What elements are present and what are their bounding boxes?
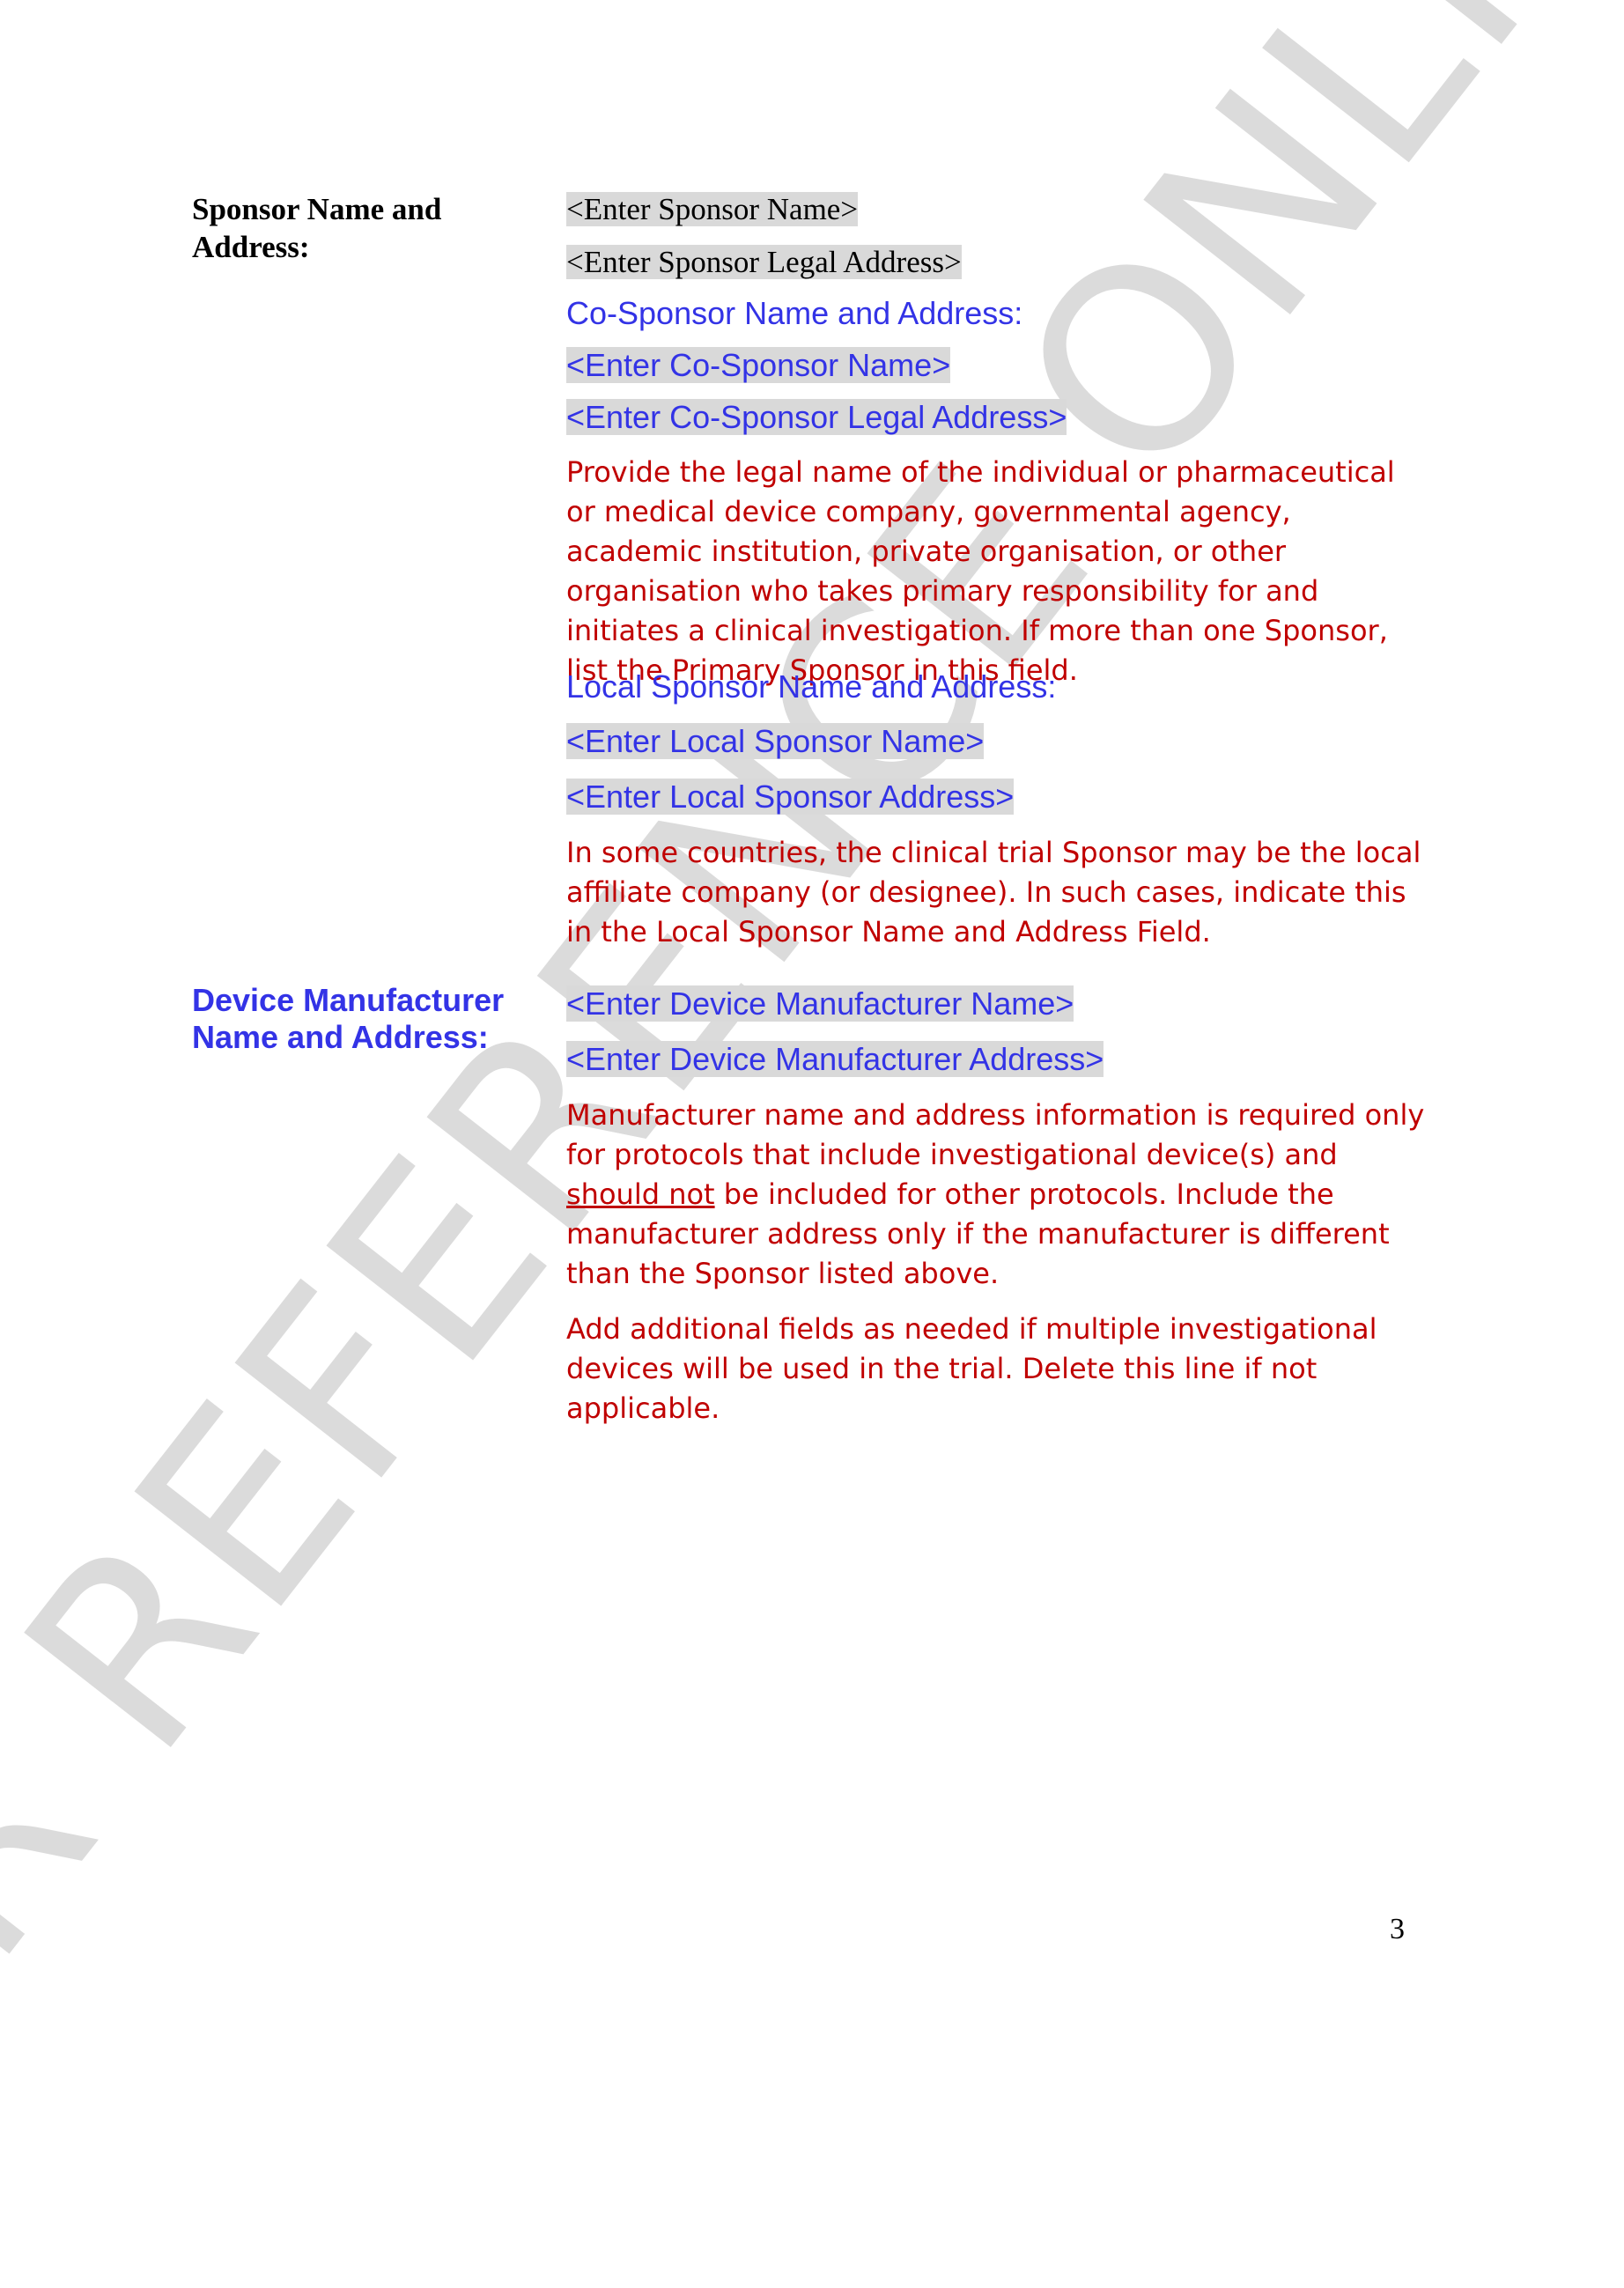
sponsor-label: Sponsor Name and Address: xyxy=(192,192,442,264)
local-sponsor-instruction: In some countries, the clinical trial Sp… xyxy=(566,836,1421,948)
sponsor-legal-address-placeholder: <Enter Sponsor Legal Address> xyxy=(566,245,962,279)
local-sponsor-name-field[interactable]: <Enter Local Sponsor Name> xyxy=(566,722,985,761)
device-manufacturer-address-placeholder: <Enter Device Manufacturer Address> xyxy=(566,1041,1104,1077)
local-sponsor-heading: Local Sponsor Name and Address: xyxy=(566,668,1057,705)
sponsor-name-placeholder: <Enter Sponsor Name> xyxy=(566,192,859,226)
sponsor-legal-address-field[interactable]: <Enter Sponsor Legal Address> xyxy=(566,243,962,282)
device-manufacturer-name-field[interactable]: <Enter Device Manufacturer Name> xyxy=(566,985,1074,1023)
additional-devices-instruction: Add additional fields as needed if multi… xyxy=(566,1312,1377,1425)
co-sponsor-name-field[interactable]: <Enter Co-Sponsor Name> xyxy=(566,346,951,385)
co-sponsor-name-placeholder: <Enter Co-Sponsor Name> xyxy=(566,347,951,383)
local-sponsor-address-field[interactable]: <Enter Local Sponsor Address> xyxy=(566,778,1015,816)
device-manufacturer-name-placeholder: <Enter Device Manufacturer Name> xyxy=(566,985,1074,1022)
co-sponsor-heading: Co-Sponsor Name and Address: xyxy=(566,295,1023,331)
page-number: 3 xyxy=(1390,1913,1405,1945)
co-sponsor-legal-address-field[interactable]: <Enter Co-Sponsor Legal Address> xyxy=(566,398,1067,437)
sponsor-name-field[interactable]: <Enter Sponsor Name> xyxy=(566,190,859,229)
device-manufacturer-label: Device Manufacturer Name and Address: xyxy=(192,982,505,1055)
local-sponsor-address-placeholder: <Enter Local Sponsor Address> xyxy=(566,779,1015,815)
sponsor-instruction: Provide the legal name of the individual… xyxy=(566,455,1395,687)
local-sponsor-name-placeholder: <Enter Local Sponsor Name> xyxy=(566,723,985,759)
device-manufacturer-address-field[interactable]: <Enter Device Manufacturer Address> xyxy=(566,1040,1104,1079)
co-sponsor-legal-address-placeholder: <Enter Co-Sponsor Legal Address> xyxy=(566,399,1067,435)
device-manufacturer-instruction: Manufacturer name and address informatio… xyxy=(566,1096,1429,1294)
instruction-emphasis: should not xyxy=(566,1177,715,1211)
document-page: FOR REFERENCE ONLY Sponsor Name and Addr… xyxy=(0,0,1624,2288)
instruction-part-1: Manufacturer name and address informatio… xyxy=(566,1098,1425,1171)
